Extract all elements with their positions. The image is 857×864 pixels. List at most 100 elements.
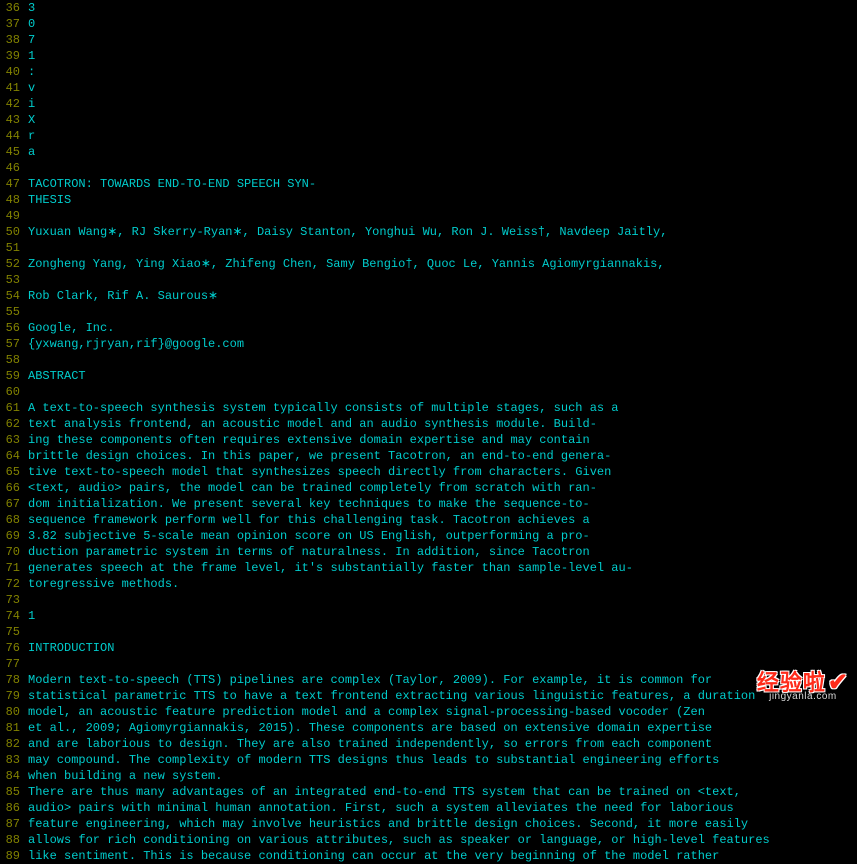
editor-line[interactable]: 68sequence framework perform well for th… [0,512,857,528]
line-content[interactable]: THESIS [24,192,71,208]
line-content[interactable]: feature engineering, which may involve h… [24,816,748,832]
editor-line[interactable]: 59ABSTRACT [0,368,857,384]
line-content[interactable]: ing these components often requires exte… [24,432,590,448]
editor-line[interactable]: 66<text, audio> pairs, the model can be … [0,480,857,496]
editor-line[interactable]: 370 [0,16,857,32]
editor-line[interactable]: 52Zongheng Yang, Ying Xiao∗, Zhifeng Che… [0,256,857,272]
line-content[interactable]: : [24,64,35,80]
line-content[interactable]: Yuxuan Wang∗, RJ Skerry-Ryan∗, Daisy Sta… [24,224,667,240]
line-content[interactable]: allows for rich conditioning on various … [24,832,770,848]
editor-line[interactable]: 45a [0,144,857,160]
line-content[interactable] [24,384,28,400]
editor-line[interactable]: 75 [0,624,857,640]
line-content[interactable]: TACOTRON: TOWARDS END-TO-END SPEECH SYN- [24,176,316,192]
editor-line[interactable]: 61A text-to-speech synthesis system typi… [0,400,857,416]
editor-line[interactable]: 82and are laborious to design. They are … [0,736,857,752]
editor-line[interactable]: 60 [0,384,857,400]
editor-line[interactable]: 44r [0,128,857,144]
line-content[interactable]: generates speech at the frame level, it'… [24,560,633,576]
line-content[interactable]: i [24,96,35,112]
editor-line[interactable]: 81et al., 2009; Agiomyrgiannakis, 2015).… [0,720,857,736]
line-content[interactable] [24,352,28,368]
line-content[interactable]: toregressive methods. [24,576,179,592]
text-editor-viewport[interactable]: 36337038739140:41v42i43X44r45a4647TACOTR… [0,0,857,864]
line-content[interactable]: 1 [24,48,35,64]
line-content[interactable] [24,656,28,672]
editor-line[interactable]: 47TACOTRON: TOWARDS END-TO-END SPEECH SY… [0,176,857,192]
editor-line[interactable]: 73 [0,592,857,608]
editor-line[interactable]: 56Google, Inc. [0,320,857,336]
line-content[interactable]: and are laborious to design. They are al… [24,736,712,752]
line-content[interactable]: <text, audio> pairs, the model can be tr… [24,480,597,496]
line-content[interactable]: X [24,112,35,128]
editor-line[interactable]: 40: [0,64,857,80]
line-content[interactable]: A text-to-speech synthesis system typica… [24,400,619,416]
line-content[interactable]: duction parametric system in terms of na… [24,544,590,560]
editor-line[interactable]: 89like sentiment. This is because condit… [0,848,857,864]
line-content[interactable]: may compound. The complexity of modern T… [24,752,719,768]
editor-line[interactable]: 76INTRODUCTION [0,640,857,656]
editor-line[interactable]: 88allows for rich conditioning on variou… [0,832,857,848]
line-content[interactable]: audio> pairs with minimal human annotati… [24,800,734,816]
editor-line[interactable]: 84when building a new system. [0,768,857,784]
line-content[interactable] [24,208,28,224]
line-content[interactable]: ABSTRACT [24,368,86,384]
editor-line[interactable]: 55 [0,304,857,320]
line-content[interactable]: 3.82 subjective 5-scale mean opinion sco… [24,528,590,544]
line-content[interactable] [24,240,28,256]
editor-line[interactable]: 83may compound. The complexity of modern… [0,752,857,768]
line-content[interactable] [24,304,28,320]
line-content[interactable]: INTRODUCTION [24,640,114,656]
line-content[interactable]: brittle design choices. In this paper, w… [24,448,611,464]
editor-line[interactable]: 693.82 subjective 5-scale mean opinion s… [0,528,857,544]
editor-line[interactable]: 62text analysis frontend, an acoustic mo… [0,416,857,432]
editor-line[interactable]: 65tive text-to-speech model that synthes… [0,464,857,480]
line-content[interactable] [24,624,28,640]
editor-line[interactable]: 85There are thus many advantages of an i… [0,784,857,800]
editor-line[interactable]: 41v [0,80,857,96]
line-content[interactable]: statistical parametric TTS to have a tex… [24,688,755,704]
editor-line[interactable]: 387 [0,32,857,48]
editor-line[interactable]: 54Rob Clark, Rif A. Saurous∗ [0,288,857,304]
editor-line[interactable]: 50Yuxuan Wang∗, RJ Skerry-Ryan∗, Daisy S… [0,224,857,240]
editor-line[interactable]: 42i [0,96,857,112]
editor-line[interactable]: 87feature engineering, which may involve… [0,816,857,832]
line-content[interactable]: 3 [24,0,35,16]
line-content[interactable]: dom initialization. We present several k… [24,496,590,512]
editor-line[interactable]: 741 [0,608,857,624]
editor-line[interactable]: 48THESIS [0,192,857,208]
line-content[interactable]: when building a new system. [24,768,222,784]
editor-line[interactable]: 79statistical parametric TTS to have a t… [0,688,857,704]
line-content[interactable]: 7 [24,32,35,48]
line-content[interactable]: Zongheng Yang, Ying Xiao∗, Zhifeng Chen,… [24,256,665,272]
line-content[interactable]: There are thus many advantages of an int… [24,784,741,800]
line-content[interactable]: Rob Clark, Rif A. Saurous∗ [24,288,218,304]
editor-line[interactable]: 53 [0,272,857,288]
editor-line[interactable]: 71generates speech at the frame level, i… [0,560,857,576]
editor-line[interactable]: 63ing these components often requires ex… [0,432,857,448]
editor-line[interactable]: 46 [0,160,857,176]
line-content[interactable]: 1 [24,608,35,624]
line-content[interactable] [24,272,28,288]
editor-line[interactable]: 49 [0,208,857,224]
line-content[interactable]: like sentiment. This is because conditio… [24,848,719,864]
editor-line[interactable]: 363 [0,0,857,16]
editor-line[interactable]: 58 [0,352,857,368]
editor-line[interactable]: 57{yxwang,rjryan,rif}@google.com [0,336,857,352]
editor-line[interactable]: 70duction parametric system in terms of … [0,544,857,560]
line-content[interactable]: model, an acoustic feature prediction mo… [24,704,705,720]
editor-line[interactable]: 72toregressive methods. [0,576,857,592]
line-content[interactable]: Modern text-to-speech (TTS) pipelines ar… [24,672,712,688]
line-content[interactable] [24,592,28,608]
line-content[interactable]: text analysis frontend, an acoustic mode… [24,416,597,432]
line-content[interactable]: a [24,144,35,160]
editor-line[interactable]: 51 [0,240,857,256]
line-content[interactable]: et al., 2009; Agiomyrgiannakis, 2015). T… [24,720,712,736]
editor-line[interactable]: 64brittle design choices. In this paper,… [0,448,857,464]
line-content[interactable]: v [24,80,35,96]
line-content[interactable] [24,160,28,176]
line-content[interactable]: sequence framework perform well for this… [24,512,590,528]
editor-line[interactable]: 43X [0,112,857,128]
editor-line[interactable]: 391 [0,48,857,64]
editor-line[interactable]: 77 [0,656,857,672]
